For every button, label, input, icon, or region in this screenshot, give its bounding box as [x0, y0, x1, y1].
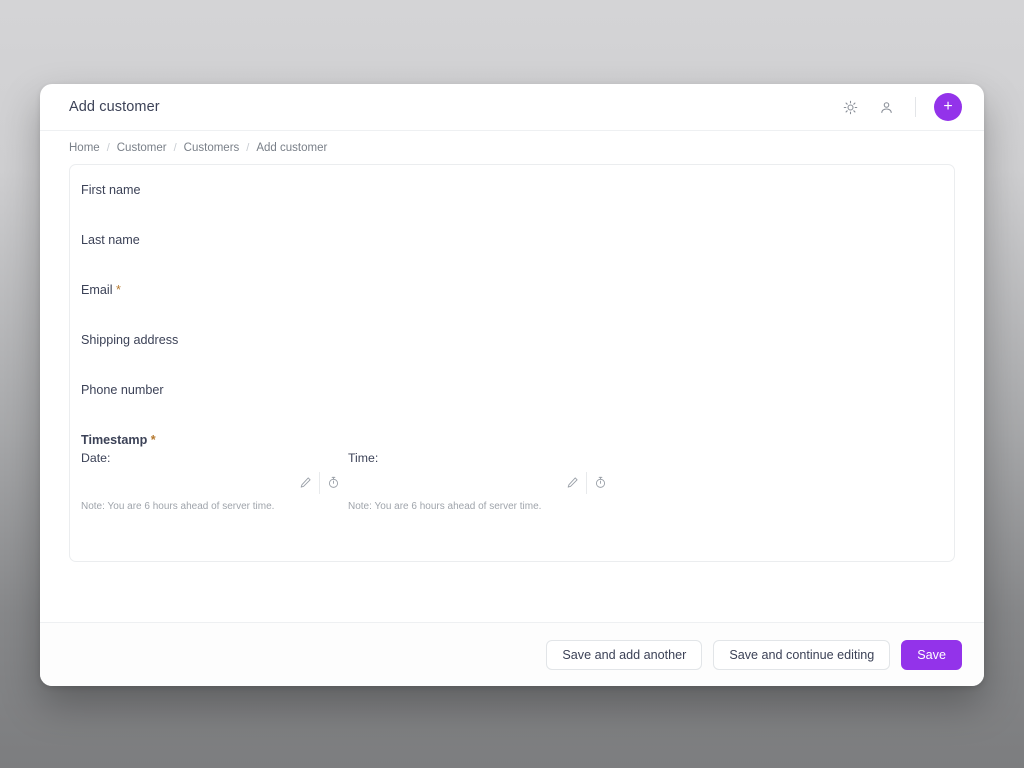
date-note: Note: You are 6 hours ahead of server ti…	[81, 501, 275, 512]
required-asterisk: *	[150, 433, 156, 447]
field-label-shipping-address: Shipping address	[81, 333, 179, 347]
date-input[interactable]	[81, 469, 292, 496]
sun-icon[interactable]	[839, 96, 861, 118]
pencil-icon[interactable]	[559, 471, 586, 495]
breadcrumb-item-customer[interactable]: Customer	[117, 142, 167, 154]
form-body: First name Last name Email * Shipping ad…	[40, 164, 984, 622]
breadcrumb-item-home[interactable]: Home	[69, 142, 100, 154]
phone-number-input[interactable]	[81, 399, 943, 433]
date-tools	[292, 471, 347, 495]
page-title: Add customer	[69, 99, 160, 115]
field-label-first-name: First name	[81, 183, 141, 197]
field-timestamp: Timestamp * Date: Note: You are 6 hours …	[70, 433, 954, 512]
field-label-email: Email *	[81, 283, 943, 297]
breadcrumb-separator: /	[173, 141, 177, 154]
pencil-icon[interactable]	[292, 471, 319, 495]
breadcrumb-item-add-customer: Add customer	[256, 141, 328, 154]
time-input[interactable]	[348, 469, 559, 496]
header-actions: +	[839, 93, 962, 121]
field-shipping-address: Shipping address	[70, 333, 954, 383]
last-name-input[interactable]	[81, 249, 943, 283]
time-sublabel: Time:	[348, 451, 379, 465]
customer-form-panel: First name Last name Email * Shipping ad…	[69, 164, 955, 562]
field-label-email-text: Email	[81, 283, 113, 297]
save-and-add-another-button[interactable]: Save and add another	[546, 639, 703, 670]
stopwatch-icon[interactable]	[320, 471, 347, 495]
field-phone-number: Phone number	[70, 383, 954, 433]
required-asterisk: *	[116, 283, 121, 297]
timestamp-time-column: Time: Note: You are 6 hours ahead of ser…	[348, 451, 614, 512]
save-and-continue-editing-button[interactable]: Save and continue editing	[713, 639, 891, 670]
first-name-input[interactable]	[81, 199, 943, 233]
window-header: Add customer +	[40, 84, 984, 131]
time-tools	[559, 471, 614, 495]
time-input-row	[348, 469, 614, 496]
field-email: Email *	[70, 283, 954, 333]
email-input[interactable]	[81, 299, 943, 333]
add-customer-window: Add customer + Home / Customer / Custome…	[40, 84, 984, 686]
date-sublabel: Date:	[81, 451, 111, 465]
time-note: Note: You are 6 hours ahead of server ti…	[348, 501, 542, 512]
timestamp-date-column: Date: Note: You are 6 hours ahead of ser…	[81, 451, 347, 512]
field-first-name: First name	[70, 183, 954, 233]
date-input-row	[81, 469, 347, 496]
field-label-timestamp: Timestamp *	[81, 433, 943, 447]
user-icon[interactable]	[875, 96, 897, 118]
field-label-last-name: Last name	[81, 233, 140, 247]
field-label-timestamp-text: Timestamp	[81, 433, 148, 447]
add-button[interactable]: +	[934, 93, 962, 121]
breadcrumb-separator: /	[106, 141, 110, 154]
form-footer: Save and add another Save and continue e…	[40, 622, 984, 686]
stopwatch-icon[interactable]	[587, 471, 614, 495]
header-divider	[915, 97, 916, 117]
shipping-address-input[interactable]	[81, 349, 943, 383]
breadcrumb-separator: /	[246, 141, 250, 154]
field-label-phone-number: Phone number	[81, 383, 164, 397]
save-button[interactable]: Save	[901, 639, 962, 670]
timestamp-columns: Date: Note: You are 6 hours ahead of ser…	[81, 451, 943, 512]
field-last-name: Last name	[70, 233, 954, 283]
breadcrumb-item-customers[interactable]: Customers	[184, 142, 240, 154]
breadcrumb: Home / Customer / Customers / Add custom…	[40, 131, 984, 164]
